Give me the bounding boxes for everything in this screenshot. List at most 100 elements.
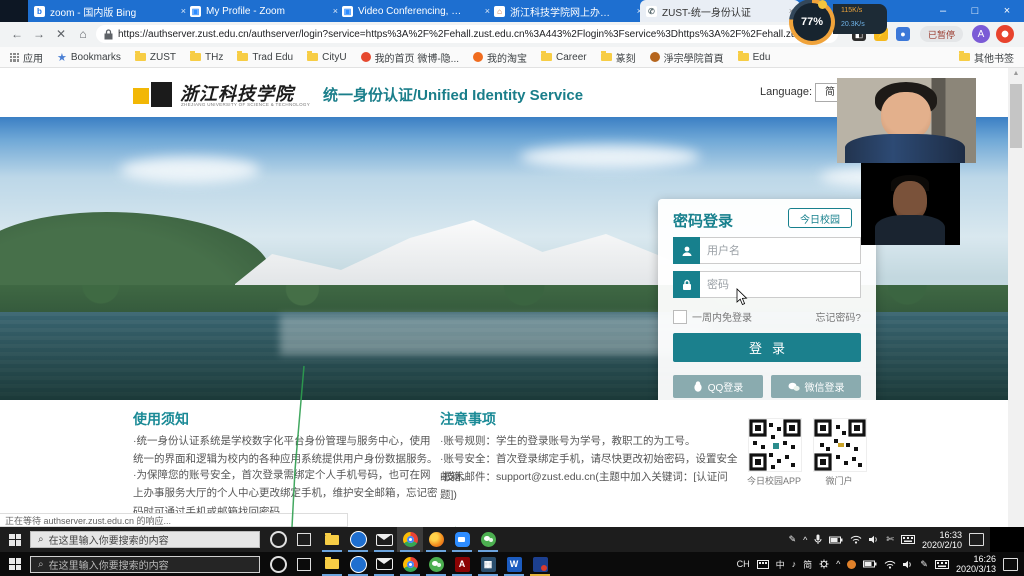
username-input[interactable] (700, 237, 861, 264)
bookmark-jingzong[interactable]: 淨宗學院首頁 (650, 50, 724, 65)
clock-app-icon[interactable] (345, 552, 371, 576)
bookmark-folder-zust[interactable]: ZUST (135, 52, 176, 63)
wechat-app-icon[interactable] (475, 527, 501, 552)
participant-body (875, 215, 945, 245)
mail-app-icon[interactable] (371, 552, 397, 576)
bookmark-folder-edu[interactable]: Edu (738, 52, 771, 63)
start-button-icon[interactable] (9, 534, 21, 546)
ime-lang-badge[interactable]: CH (737, 559, 750, 569)
home-button[interactable]: ⌂ (74, 25, 92, 43)
ime-keyboard-icon[interactable] (935, 560, 949, 569)
mic-icon[interactable] (814, 534, 822, 545)
bookmark-label: 淨宗學院首頁 (664, 50, 724, 65)
profile-avatar[interactable]: A (972, 25, 990, 43)
zoom-video-feed-2[interactable] (861, 163, 960, 245)
sync-paused-badge[interactable]: 已暂停 (920, 26, 963, 42)
clock[interactable]: 16:26 2020/3/13 (956, 554, 996, 574)
close-button[interactable]: × (992, 0, 1022, 22)
browser-menu-icon[interactable] (996, 25, 1014, 43)
bookmark-weibo[interactable]: 我的首页 微博-隐... (361, 50, 459, 65)
action-center-icon[interactable] (969, 533, 984, 546)
bookmark-bookmarks[interactable]: ★ Bookmarks (57, 51, 121, 64)
today-campus-button[interactable]: 今日校园 (788, 208, 852, 228)
scrollbar-thumb[interactable] (1010, 84, 1022, 148)
file-explorer-icon[interactable] (319, 552, 345, 576)
tab-zust-auth-active[interactable]: ✆ ZUST-统一身份认证 × (640, 0, 800, 22)
wechat-login-button[interactable]: 微信登录 (771, 375, 861, 398)
adobe-reader-icon[interactable]: A (449, 552, 475, 576)
action-center-icon[interactable] (1003, 558, 1018, 571)
task-view-icon[interactable] (297, 533, 311, 546)
clock-app-icon[interactable] (345, 527, 371, 552)
password-input[interactable] (700, 271, 861, 298)
stop-button[interactable]: ✕ (52, 25, 70, 43)
info-section: 使用须知 ·统一身份认证系统是学校数字化平台身份管理与服务中心，使用统一的界面和… (0, 400, 1008, 513)
cortana-icon[interactable] (270, 531, 287, 548)
pen-icon[interactable]: ✎ (920, 559, 928, 570)
bookmark-folder-thz[interactable]: THz (190, 52, 223, 63)
ime-keyboard-icon[interactable] (901, 535, 915, 544)
ime-simplified-badge[interactable]: 简 (803, 558, 812, 571)
wechat-app-icon[interactable] (423, 552, 449, 576)
bookmark-label: 篆刻 (616, 50, 636, 65)
pen-icon[interactable]: ✎ (789, 534, 797, 545)
apps-shortcut[interactable]: 应用 (10, 50, 43, 65)
login-button[interactable]: 登录 (673, 333, 861, 362)
pin-icon[interactable]: ● (896, 27, 910, 41)
bookmark-folder-career[interactable]: Career (541, 52, 587, 63)
chrome-icon[interactable] (397, 527, 423, 552)
volume-icon[interactable] (903, 560, 913, 569)
scissors-icon[interactable]: ✄ (886, 534, 894, 545)
ime-grid-icon[interactable] (757, 560, 769, 569)
bookmark-folder-tradedu[interactable]: Trad Edu (237, 52, 293, 63)
forgot-password-link[interactable]: 忘记密码? (815, 309, 861, 324)
volume-icon[interactable] (869, 535, 879, 544)
music-note-icon[interactable]: ♪ (792, 559, 797, 569)
tab-ehall[interactable]: ⌂ 浙江科技学院网上办事服务大厅 × (488, 0, 648, 22)
recording-app-icon[interactable] (527, 552, 553, 576)
back-button[interactable]: ← (8, 25, 26, 43)
bookmark-taobao[interactable]: 我的淘宝 (473, 50, 527, 65)
other-bookmarks[interactable]: 其他书签 (959, 50, 1014, 65)
start-button-icon[interactable] (9, 558, 21, 570)
remember-checkbox[interactable] (673, 310, 687, 324)
cortana-icon[interactable] (270, 556, 287, 573)
wifi-icon[interactable] (884, 560, 896, 569)
qr-label: 微门户 (804, 474, 874, 487)
bookmark-folder-cityu[interactable]: CityU (307, 52, 346, 63)
battery-icon[interactable] (829, 536, 843, 544)
zoom-app-icon[interactable] (449, 527, 475, 552)
clock[interactable]: 16:33 2020/2/10 (922, 530, 962, 550)
tab-zoom-conf[interactable]: ▣ Video Conferencing, Web Co × (336, 0, 496, 22)
remember-label: 一周内免登录 (692, 309, 752, 324)
calculator-icon[interactable]: ▦ (475, 552, 501, 576)
ime-cn-badge[interactable]: 中 (776, 558, 785, 571)
qq-login-button[interactable]: QQ登录 (673, 375, 763, 398)
firefox-icon[interactable] (423, 527, 449, 552)
minimize-button[interactable]: – (928, 0, 958, 22)
chrome-icon[interactable] (397, 552, 423, 576)
forward-button[interactable]: → (30, 25, 48, 43)
tab-zoom-profile[interactable]: ▣ My Profile - Zoom × (184, 0, 344, 22)
tray-app-icon[interactable] (847, 560, 856, 569)
memory-percent-badge[interactable]: 77% (789, 0, 835, 45)
screen: b zoom - 国内版 Bing × ▣ My Profile - Zoom … (0, 0, 1024, 576)
tray-chevron-icon[interactable]: ^ (836, 559, 840, 569)
qr-code-portal (813, 418, 867, 472)
tray-chevron-icon[interactable]: ^ (803, 535, 807, 545)
zoom-video-feed-1[interactable] (837, 78, 976, 163)
wifi-icon[interactable] (850, 535, 862, 544)
gear-icon[interactable] (819, 559, 829, 569)
bookmark-folder-zhuanke[interactable]: 篆刻 (601, 50, 636, 65)
mail-app-icon[interactable] (371, 527, 397, 552)
task-view-icon[interactable] (297, 558, 311, 571)
battery-icon[interactable] (863, 560, 877, 568)
taskbar-search[interactable]: ⌕ 在这里输入你要搜索的内容 (30, 531, 260, 548)
tab-bing[interactable]: b zoom - 国内版 Bing × (28, 0, 192, 22)
maximize-button[interactable]: □ (960, 0, 990, 22)
file-explorer-icon[interactable] (319, 527, 345, 552)
word-icon[interactable]: W (501, 552, 527, 576)
scroll-up-arrow[interactable]: ▲ (1010, 70, 1022, 80)
taskbar-search[interactable]: ⌕ 在这里输入你要搜索的内容 (30, 556, 260, 573)
address-bar[interactable]: https://authserver.zust.edu.cn/authserve… (96, 25, 838, 43)
